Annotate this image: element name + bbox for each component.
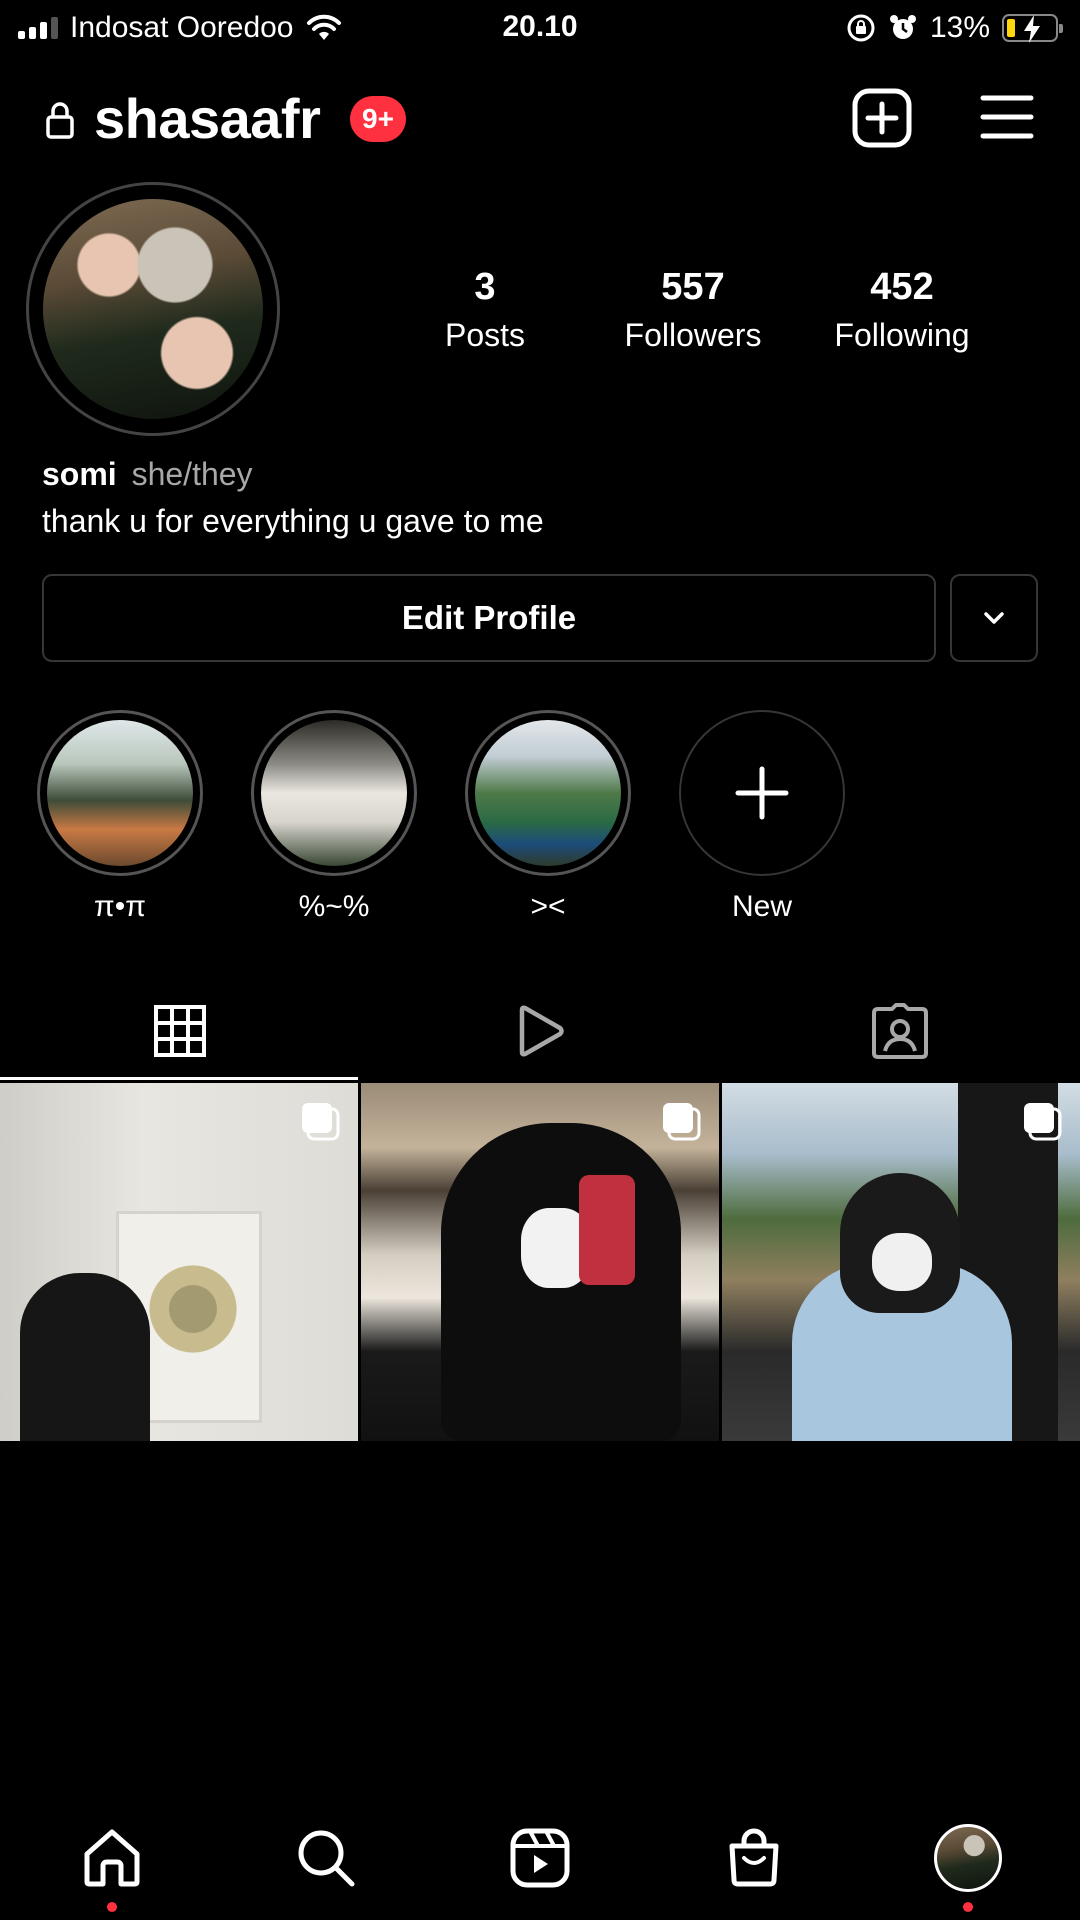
highlight-label: π•π <box>94 890 146 923</box>
display-name: somi <box>42 456 117 492</box>
followers-count: 557 <box>661 266 725 308</box>
hamburger-menu-icon[interactable] <box>980 94 1034 140</box>
tab-posts-grid[interactable] <box>0 980 360 1082</box>
highlight-cover <box>261 720 407 866</box>
home-icon <box>84 1829 140 1887</box>
nav-home[interactable] <box>52 1810 172 1906</box>
following-stat[interactable]: 452 Following <box>802 266 1002 354</box>
highlight-ring <box>465 710 631 876</box>
posts-label: Posts <box>444 317 526 353</box>
highlight-ring <box>251 710 417 876</box>
lock-icon <box>46 102 74 139</box>
followers-stat[interactable]: 557 Followers <box>593 266 793 354</box>
tab-tagged[interactable] <box>720 980 1080 1082</box>
posts-count: 3 <box>474 266 496 308</box>
nav-profile[interactable] <box>908 1810 1028 1906</box>
shop-icon <box>729 1828 779 1887</box>
highlight-ring <box>37 710 203 876</box>
profile-bio: thank u for everything u gave to me <box>42 503 544 539</box>
battery-percent: 13% <box>929 11 990 44</box>
highlight-cover <box>475 720 621 866</box>
reels-icon <box>510 1828 570 1888</box>
status-right: 13% <box>846 10 1063 46</box>
following-count: 452 <box>870 266 934 308</box>
create-post-icon[interactable] <box>852 88 912 148</box>
carousel-icon <box>663 1103 701 1141</box>
edit-profile-button[interactable]: Edit Profile <box>42 574 936 662</box>
nav-shop[interactable] <box>694 1810 814 1906</box>
search-icon <box>298 1830 355 1887</box>
carousel-icon <box>1024 1103 1062 1141</box>
posts-stat[interactable]: 3 Posts <box>385 266 585 354</box>
new-highlight-ring <box>679 710 845 876</box>
highlight-label: %~% <box>298 890 370 923</box>
rotation-lock-icon <box>847 14 875 42</box>
grid-icon <box>154 1005 206 1057</box>
post-thumbnail[interactable] <box>0 1083 358 1441</box>
new-highlight[interactable]: New <box>677 710 847 924</box>
nav-search[interactable] <box>266 1810 386 1906</box>
profile-avatar[interactable] <box>26 182 280 436</box>
tagged-icon <box>872 1003 928 1059</box>
reels-play-icon <box>519 1005 564 1057</box>
plus-icon <box>735 766 789 820</box>
battery-icon <box>1002 14 1063 43</box>
username-switcher[interactable]: shasaafr <box>94 86 321 151</box>
alarm-icon <box>889 15 916 39</box>
story-highlight[interactable]: >< <box>463 710 633 924</box>
home-activity-dot <box>107 1902 117 1912</box>
chevron-down-icon <box>984 612 1004 624</box>
profile-header: shasaafr 9+ <box>0 80 1080 156</box>
story-highlight[interactable]: %~% <box>249 710 419 924</box>
new-highlight-label: New <box>731 890 792 923</box>
post-thumbnail[interactable] <box>361 1083 719 1441</box>
status-bar: Indosat Ooredoo 20.10 13% <box>0 0 1080 56</box>
suggested-accounts-button[interactable] <box>950 574 1038 662</box>
nav-reels[interactable] <box>480 1810 600 1906</box>
pronouns: she/they <box>131 456 253 492</box>
avatar-image <box>43 199 263 419</box>
followers-label: Followers <box>624 317 762 353</box>
highlight-label: >< <box>530 890 566 923</box>
profile-activity-dot <box>963 1902 973 1912</box>
profile-avatar-icon <box>934 1824 1002 1892</box>
tab-reels[interactable] <box>360 980 720 1082</box>
bottom-navigation <box>0 1810 1080 1920</box>
profile-name-line: somi she/they <box>42 456 253 493</box>
notification-badge[interactable]: 9+ <box>350 96 406 142</box>
story-highlight[interactable]: π•π <box>35 710 205 924</box>
active-tab-indicator <box>0 1077 358 1080</box>
following-label: Following <box>834 317 970 353</box>
post-thumbnail[interactable] <box>722 1083 1080 1441</box>
carousel-icon <box>302 1103 340 1141</box>
highlight-cover <box>47 720 193 866</box>
